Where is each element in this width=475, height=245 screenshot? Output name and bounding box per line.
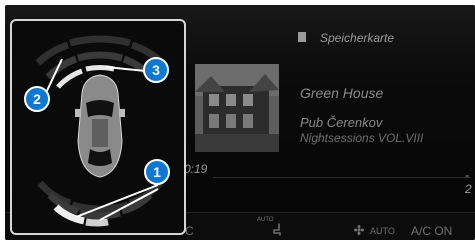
fan-auto-label[interactable]: AUTO [370,226,395,236]
sd-card-icon [298,32,306,42]
ac-on-button[interactable]: A/C ON [411,224,452,238]
parking-sensor-graphic [35,35,165,227]
progress-bar[interactable] [213,177,471,178]
callout-marker-1: 1 [144,159,170,185]
song-title: Green House [300,85,384,101]
parking-sensor-panel [10,19,186,235]
album-name: Nightsessions VOL.VIII [300,131,424,145]
screen: Speicherkarte Green House Pub Čerenkov N… [0,0,475,245]
fan-icon [354,225,364,235]
album-art [195,64,279,152]
callout-marker-2: 2 [24,86,50,112]
rear-sensor-segments [37,180,163,227]
callout-marker-3: 3 [143,57,169,83]
media-source-label: Speicherkarte [320,31,395,45]
seat-heat-icon[interactable] [270,223,284,237]
time-remaining: - 2 [465,168,472,196]
car-top-view [75,74,125,178]
artist-name: Pub Čerenkov [300,115,383,130]
album-art-image [195,64,279,152]
